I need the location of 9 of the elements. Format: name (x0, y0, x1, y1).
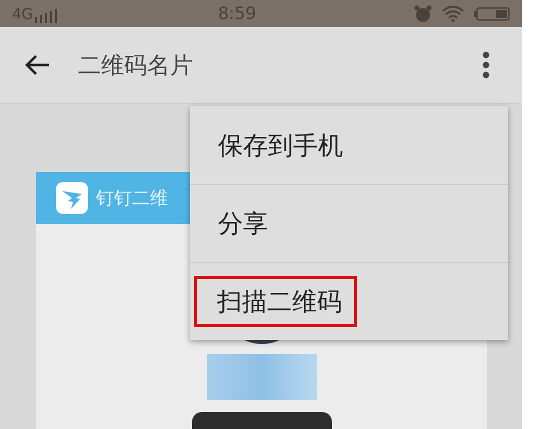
page-title: 二维码名片 (78, 52, 194, 80)
more-options-icon[interactable] (482, 51, 490, 79)
back-arrow-icon[interactable] (24, 54, 50, 76)
menu-item[interactable]: 分享 (190, 184, 508, 262)
wifi-icon (442, 6, 464, 22)
menu-item[interactable]: 扫描二维码 (190, 262, 508, 340)
card-title: 钉钉二维 (96, 187, 168, 210)
battery-icon (474, 6, 510, 20)
menu-item[interactable]: 保存到手机 (190, 106, 508, 184)
